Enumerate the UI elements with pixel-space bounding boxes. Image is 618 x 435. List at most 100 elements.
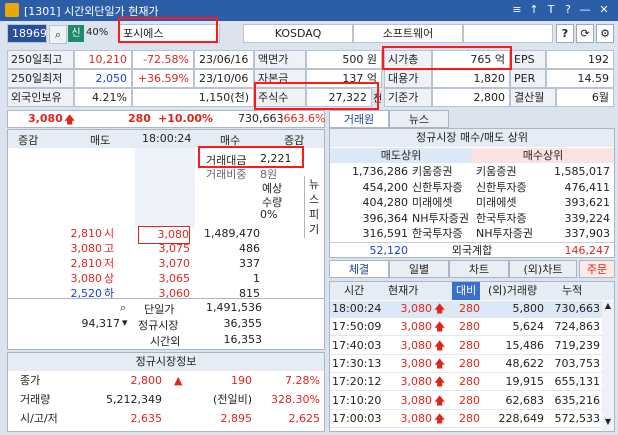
- sell-broker: NH투자증권: [412, 211, 469, 225]
- tick-row[interactable]: 17:50:09 3,080 280 5,624 724,863 🡅: [330, 319, 602, 337]
- foreign-label: 외국계합: [451, 244, 493, 257]
- margin-rate: 40%: [86, 27, 109, 38]
- tab-news[interactable]: 뉴스: [389, 110, 449, 128]
- tab-broker[interactable]: 거래원: [329, 110, 389, 128]
- info-v1: 2,800: [130, 374, 163, 387]
- pin-icon[interactable]: ↑: [527, 3, 541, 17]
- tab-chart[interactable]: 차트: [449, 260, 509, 278]
- tick-price: 3,080: [400, 302, 433, 315]
- tick-panel: 시간 현재가 대비 (외)거래량 누적 18:00:24 3,080 280 5,80…: [329, 281, 615, 432]
- price-change-pct: +10.00%: [158, 112, 214, 125]
- stock-code-input[interactable]: 189690: [7, 24, 47, 43]
- tick-price: 3,080: [400, 375, 433, 389]
- dropdown-icon[interactable]: ▾: [122, 316, 128, 329]
- buy-qty: 337,903: [564, 227, 611, 240]
- tick-row[interactable]: 18:00:24 3,080 280 5,800 730,663 🡅: [330, 301, 602, 318]
- buy-qty: 393,621: [564, 196, 611, 209]
- search-icon[interactable]: ⌕: [49, 25, 67, 44]
- scroll-down-icon[interactable]: ▼: [602, 417, 614, 426]
- info-v2: 2,895: [220, 412, 253, 425]
- sell-change-header: 증감: [18, 134, 39, 147]
- broker-panel: 정규시장 매수/매도 상위 매도상위 매수상위 1,736,286 키움증권 키움증…: [329, 128, 615, 258]
- tick-row[interactable]: 17:20:12 3,080 280 19,915 655,131 🡅: [330, 374, 602, 392]
- loan-value: 1,820: [432, 69, 510, 88]
- scroll-up-icon[interactable]: ▲: [602, 301, 614, 310]
- tick-col-cumulative: 누적: [562, 284, 583, 297]
- fiscal-value: 6월: [556, 88, 614, 107]
- tab-order[interactable]: 주문: [579, 260, 615, 278]
- search-icon[interactable]: ⌕: [120, 301, 126, 315]
- ref-value: 2,810: [70, 227, 103, 240]
- tick-time: 17:40:03: [332, 338, 382, 352]
- expected-pct: 0%: [260, 208, 278, 221]
- tick-time: 17:50:09: [332, 320, 382, 334]
- ref-label: 시: [104, 227, 115, 240]
- broker-row[interactable]: 316,591 한국투자증 NH투자증권 337,903: [330, 226, 614, 242]
- sell-top-header: 매도상위: [330, 148, 472, 163]
- font-icon[interactable]: T: [544, 3, 558, 17]
- side-tab-news-1[interactable]: 뉴: [305, 176, 323, 191]
- tick-change: 280: [459, 338, 480, 352]
- tick-volume: 5,624: [512, 320, 545, 334]
- broker-row[interactable]: 396,364 NH투자증권 한국투자증 339,224: [330, 211, 614, 227]
- ask-qty: 1: [253, 272, 260, 285]
- tick-row[interactable]: 17:40:03 3,080 280 15,486 719,239 🡅: [330, 338, 602, 355]
- loan-label: 대용가: [384, 69, 432, 88]
- tick-row[interactable]: 17:10:20 3,080 280 62,683 635,216 🡅: [330, 393, 602, 410]
- info-v2: 190: [231, 374, 252, 387]
- sell-qty: 1,736,286: [352, 165, 408, 178]
- minimize-icon[interactable]: —: [578, 3, 592, 17]
- time-header: 18:00:24: [142, 132, 192, 145]
- buy-broker: 한국투자증: [476, 211, 527, 225]
- tick-time: 17:10:20: [332, 393, 382, 407]
- foreign-buy: 146,247: [564, 244, 611, 257]
- up-arrow-icon: 🡅: [434, 393, 446, 407]
- high250-value: 10,210: [74, 50, 132, 69]
- side-tab-news-2[interactable]: 스: [305, 191, 323, 206]
- buy-broker: 키움증권: [476, 165, 517, 178]
- tab-daily[interactable]: 일별: [389, 260, 449, 278]
- tick-volume: 19,915: [505, 375, 545, 389]
- menu-icon[interactable]: ≡: [510, 3, 524, 17]
- ask-row[interactable]: 3,080 상 3,065 1: [8, 271, 324, 287]
- broker-row[interactable]: 454,200 신한투자증 신한투자증 476,411: [330, 180, 614, 196]
- settings-icon[interactable]: ⚙: [596, 24, 614, 43]
- blank-field: [463, 24, 553, 43]
- info-label: 종가: [20, 374, 41, 387]
- tab-foreign-chart[interactable]: (외)차트: [509, 260, 577, 278]
- title-bar: [1301] 시간외단일가 현재가 ≡ ↑ T ? — ✕: [0, 0, 618, 21]
- broker-row[interactable]: 1,736,286 키움증권 키움증권 1,585,017: [330, 164, 614, 180]
- help-button[interactable]: ?: [556, 24, 574, 43]
- side-tab-pi[interactable]: 피: [305, 206, 323, 221]
- ask-row[interactable]: 2,810 시 3,080 1,489,470: [8, 226, 324, 244]
- tick-scrollbar[interactable]: ▲ ▼: [602, 301, 614, 431]
- capital-label: 자본금: [254, 69, 306, 88]
- mcap-value: 765 억: [432, 50, 510, 69]
- ask-qty: 337: [239, 257, 260, 270]
- close-icon[interactable]: ✕: [597, 3, 611, 17]
- tick-volume: 62,683: [505, 393, 545, 407]
- tab-ticks[interactable]: 체결: [329, 260, 389, 278]
- up-arrow-icon: 🡅: [434, 320, 446, 334]
- broker-row[interactable]: 404,280 미래에셋 미래에셋 393,621: [330, 195, 614, 211]
- tick-change: 280: [459, 411, 480, 425]
- single-price-value: 1,491,536: [206, 301, 262, 314]
- help-icon[interactable]: ?: [561, 3, 575, 17]
- ask-qty: 486: [239, 242, 260, 255]
- tick-cumulative: 703,753: [554, 356, 601, 370]
- buy-top-header: 매수상위: [472, 148, 614, 163]
- tick-col-price: 현재가: [388, 284, 419, 297]
- regular-value: 36,355: [223, 317, 263, 330]
- ask-row[interactable]: 2,810 저 3,070 337: [8, 256, 324, 272]
- refresh-icon[interactable]: ⟳: [576, 24, 594, 43]
- sell-broker: 한국투자증: [412, 227, 463, 240]
- info-row: 시/고/저 2,635 2,895 2,625: [8, 411, 324, 427]
- tick-row[interactable]: 17:00:03 3,080 280 228,649 572,533 🡅: [330, 411, 602, 428]
- tick-time: 18:00:24: [332, 302, 382, 315]
- tick-row[interactable]: 17:30:13 3,080 280 48,622 703,753 🡅: [330, 356, 602, 373]
- broker-title: 정규시장 매수/매도 상위: [330, 129, 614, 147]
- ask-row[interactable]: 3,080 고 3,075 486: [8, 241, 324, 257]
- market-label: KOSDAQ: [243, 24, 353, 43]
- tick-col-time: 시간: [344, 284, 365, 297]
- current-price: 3,080: [28, 112, 63, 125]
